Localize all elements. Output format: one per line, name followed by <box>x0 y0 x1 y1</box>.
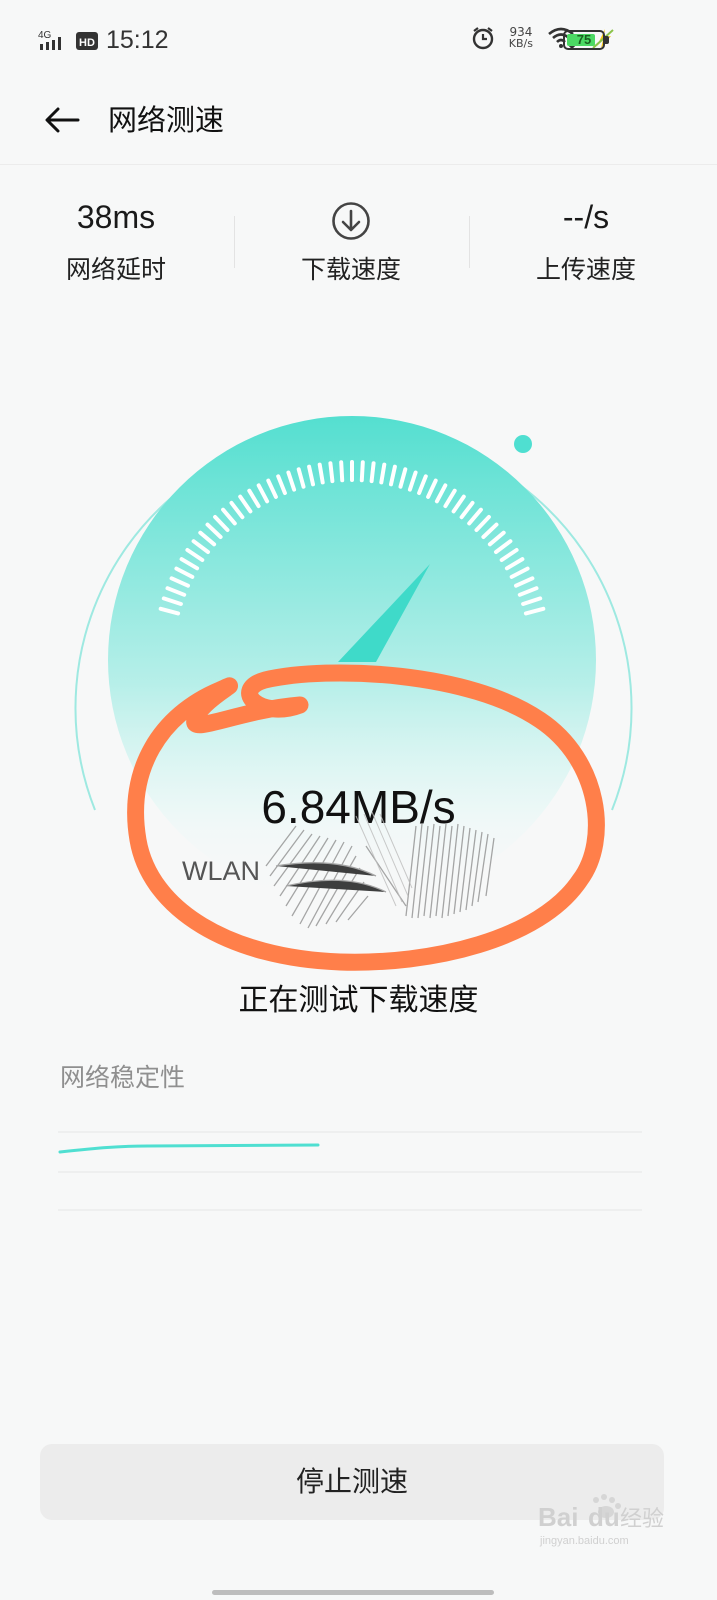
stability-label: 网络稳定性 <box>60 1063 186 1092</box>
svg-text:jingyan.baidu.com: jingyan.baidu.com <box>539 1535 629 1547</box>
test-status-text: 正在测试下载速度 <box>238 983 479 1018</box>
baidu-jingyan-watermark: Bai du 经验 jingyan.baidu.com <box>538 1494 664 1547</box>
stability-line <box>58 1143 320 1154</box>
annotation-circle <box>127 664 605 971</box>
svg-text:经验: 经验 <box>620 1507 664 1532</box>
svg-text:Bai: Bai <box>538 1502 578 1532</box>
stability-chart <box>58 1131 642 1211</box>
svg-text:du: du <box>588 1502 620 1532</box>
home-indicator <box>212 1590 494 1595</box>
